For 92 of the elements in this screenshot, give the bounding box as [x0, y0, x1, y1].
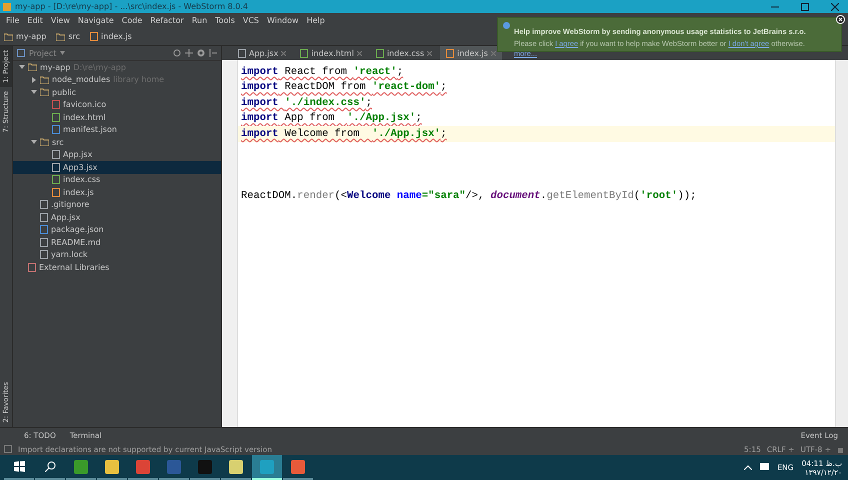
tree-row[interactable]: README.md [13, 236, 221, 248]
dropdown-caret-icon[interactable] [60, 51, 66, 55]
scrollbar[interactable] [835, 60, 848, 427]
menu-item[interactable]: Tools [211, 16, 239, 25]
menu-item[interactable]: View [46, 16, 74, 25]
info-icon [503, 22, 510, 29]
app-icon [74, 460, 88, 474]
tree-label: yarn.lock [51, 250, 88, 260]
tree-label: App.jsx [51, 212, 80, 222]
editor-tab[interactable]: App.jsx [232, 46, 292, 60]
menu-item[interactable]: File [2, 16, 24, 25]
app-icon [105, 460, 119, 474]
tree-row[interactable]: App3.jsx [13, 161, 221, 174]
app-icon [260, 460, 274, 474]
tree-label: public [52, 88, 76, 97]
file-icon [376, 48, 384, 58]
menu-item[interactable]: Navigate [74, 16, 118, 25]
search-icon [44, 461, 56, 472]
window-title: my-app - [D:\re\my-app] - ...\src\index.js - WebStorm 8.0.4 [15, 2, 250, 11]
tree-label: .gitignore [51, 200, 90, 210]
breadcrumb[interactable]: index.js [90, 32, 132, 41]
tree-row[interactable]: index.html [13, 111, 221, 124]
code-text: import App from './App.jsx'; [241, 112, 422, 124]
status-icon[interactable] [4, 445, 12, 453]
menu-item[interactable]: VCS [238, 16, 264, 25]
file-icon [90, 32, 98, 41]
tree-label: favicon.ico [63, 100, 106, 110]
tree-label: README.md [51, 238, 101, 247]
editor-tab[interactable]: index.js [440, 46, 502, 60]
tree-row[interactable]: External Libraries [13, 261, 221, 274]
app-icon [198, 460, 212, 474]
close-icon [831, 2, 839, 10]
menu-item[interactable]: Code [118, 16, 146, 25]
editor-tab[interactable]: index.html [294, 46, 368, 60]
breadcrumb[interactable]: src [56, 32, 80, 41]
gear-icon[interactable] [197, 49, 205, 57]
chevron-up-icon[interactable] [744, 465, 752, 470]
tree-label: my-app [40, 62, 70, 72]
file-icon [300, 48, 308, 58]
tree-row[interactable]: src [13, 136, 221, 148]
code-text: import './index.css'; [241, 96, 372, 109]
editor-tab[interactable]: index.css [370, 46, 438, 60]
code-text: import Welcome from './App.jsx'; [241, 128, 447, 140]
maximize-icon [801, 2, 809, 10]
folder-icon [40, 138, 49, 146]
tree-row[interactable]: .gitignore [13, 198, 221, 211]
tree-label: index.js [63, 188, 94, 197]
tree-label: External Libraries [39, 262, 110, 272]
menu-item[interactable]: Run [188, 16, 212, 25]
menu-item[interactable]: Refactor [146, 16, 188, 25]
library-icon [28, 262, 36, 272]
tree-label: node_modules [52, 75, 110, 84]
tree-row[interactable]: App.jsx [13, 148, 221, 161]
tree-label: App.jsx [63, 150, 92, 160]
panel-icon [17, 49, 25, 57]
app-icon [167, 460, 181, 474]
windows-logo-icon [14, 461, 24, 472]
code-text: import ReactDOM from 'react-dom'; [241, 81, 447, 94]
expanded-arrow-icon[interactable] [31, 139, 37, 146]
tree-label: package.json [51, 225, 104, 234]
lock-icon[interactable] [837, 445, 844, 453]
app-icon [136, 460, 150, 474]
tree-row[interactable]: index.css [13, 174, 221, 186]
menu-item[interactable]: Window [263, 16, 303, 25]
tree-label: manifest.json [63, 125, 117, 134]
file-icon [446, 48, 454, 58]
app-icon [229, 460, 243, 474]
collapsed-arrow-icon[interactable] [31, 76, 37, 83]
menu-item[interactable]: Help [302, 16, 329, 25]
tree-row[interactable]: public [13, 86, 221, 98]
expanded-arrow-icon[interactable] [19, 64, 25, 70]
tree-row[interactable]: App.jsx [13, 211, 221, 224]
tree-row[interactable]: favicon.ico [13, 98, 221, 111]
expanded-arrow-icon[interactable] [31, 89, 37, 96]
app-icon [291, 460, 305, 474]
tree-label: src [52, 138, 64, 147]
file-icon [238, 48, 246, 58]
code-text: ReactDOM.render(<Welcome name="sara"/>, document.getElementById('root')); [241, 190, 696, 202]
target-icon[interactable] [173, 49, 181, 57]
app-icon [3, 2, 11, 10]
folder-icon [56, 32, 66, 40]
folder-icon [4, 32, 13, 40]
breadcrumb[interactable]: my-app [4, 32, 46, 41]
tree-row[interactable]: package.json [13, 224, 221, 236]
code-text: import React from 'react'; [241, 66, 404, 78]
tree-row[interactable]: yarn.lock [13, 248, 221, 261]
tree-row[interactable]: manifest.json [13, 124, 221, 136]
tree-label: index.css [63, 175, 100, 184]
tree-label: index.html [63, 112, 106, 122]
tree-row[interactable]: index.js [13, 186, 221, 198]
tree-label: App3.jsx [63, 162, 98, 172]
menu-item[interactable]: Edit [23, 16, 47, 25]
